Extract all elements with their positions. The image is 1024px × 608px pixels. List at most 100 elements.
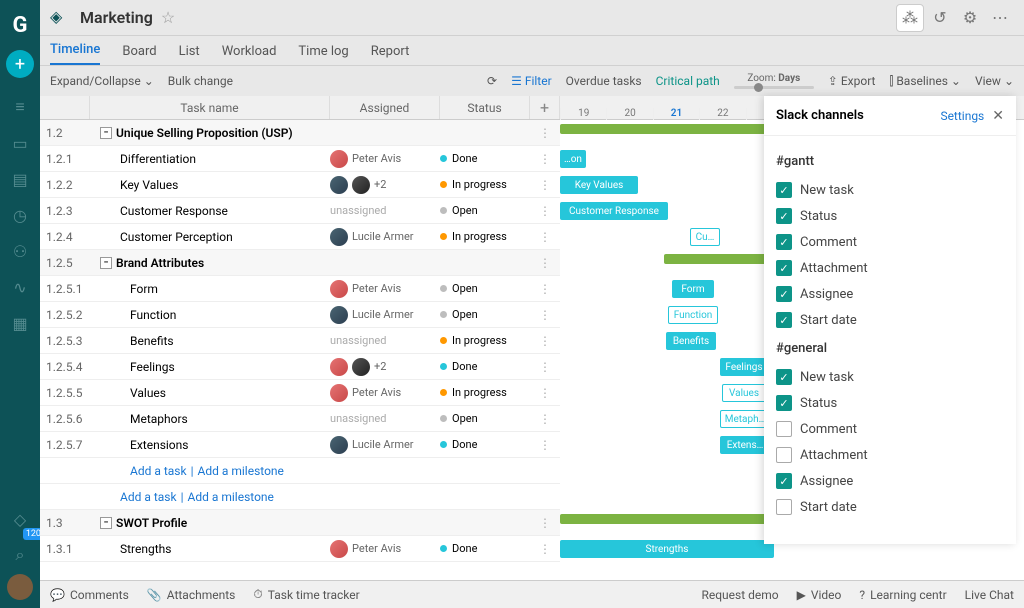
slack-option[interactable]: Attachment [776,442,1004,468]
slack-option[interactable]: Comment [776,416,1004,442]
star-icon[interactable]: ☆ [161,8,175,27]
tab-workload[interactable]: Workload [222,44,277,65]
checkbox[interactable]: ✓ [776,473,792,489]
checkbox[interactable] [776,499,792,515]
row-menu-icon[interactable]: ⋮ [530,516,560,530]
task-row[interactable]: 1.3.1StrengthsPeter AvisDone⋮ [40,536,560,562]
add-task-link[interactable]: Add a task [120,490,177,504]
row-menu-icon[interactable]: ⋮ [530,178,560,192]
task-row[interactable]: 1.2.4Customer PerceptionLucile ArmerIn p… [40,224,560,250]
slack-option[interactable]: ✓Status [776,390,1004,416]
gantt-bar[interactable]: Strengths [560,540,774,558]
checkbox[interactable] [776,421,792,437]
menu-icon[interactable]: ≡ [0,90,40,124]
collapse-icon[interactable]: − [100,517,112,529]
checkbox[interactable]: ✓ [776,260,792,276]
learning-button[interactable]: ? Learning centr [859,588,946,602]
task-row[interactable]: 1.2.3Customer ResponseunassignedOpen⋮ [40,198,560,224]
slack-settings-link[interactable]: Settings [940,109,984,123]
notes-icon[interactable]: ▤ [0,162,40,196]
task-row[interactable]: 1.2.5.7ExtensionsLucile ArmerDone⋮ [40,432,560,458]
time-tracker-button[interactable]: ⏱ Task time tracker [253,587,359,602]
gantt-bar[interactable]: Metaph… [720,410,770,428]
checkbox[interactable] [776,447,792,463]
attachments-button[interactable]: 📎 Attachments [147,588,236,602]
add-button[interactable]: + [6,50,34,78]
row-menu-icon[interactable]: ⋮ [530,204,560,218]
row-menu-icon[interactable]: ⋮ [530,256,560,270]
more-icon[interactable]: ⋯ [986,4,1014,32]
tab-timeline[interactable]: Timeline [50,42,100,65]
people-icon[interactable]: ⚇ [0,234,40,268]
task-row[interactable]: 1.2.5− Brand Attributes⋮ [40,250,560,276]
slack-option[interactable]: ✓Assignee [776,468,1004,494]
task-row[interactable]: 1.2.5.2FunctionLucile ArmerOpen⋮ [40,302,560,328]
row-menu-icon[interactable]: ⋮ [530,152,560,166]
bulk-change-button[interactable]: Bulk change [168,74,233,88]
apps-icon[interactable]: ▦ [0,306,40,340]
slack-option[interactable]: ✓New task [776,364,1004,390]
overdue-button[interactable]: Overdue tasks [566,74,642,88]
checkbox[interactable]: ✓ [776,395,792,411]
slack-option[interactable]: ✓New task [776,177,1004,203]
checkbox[interactable]: ✓ [776,369,792,385]
tab-board[interactable]: Board [122,44,156,65]
task-row[interactable]: 1.2.2Key Values+2In progress⋮ [40,172,560,198]
add-milestone-link[interactable]: Add a milestone [188,490,274,504]
row-menu-icon[interactable]: ⋮ [530,412,560,426]
gantt-bar[interactable]: Function [668,306,718,324]
critical-path-button[interactable]: Critical path [656,74,720,88]
notifications-icon[interactable]: ◇120 [0,502,40,536]
zoom-control[interactable]: Zoom: Days [734,73,814,89]
gantt-bar[interactable]: Benefits [666,332,716,350]
request-demo-button[interactable]: Request demo [701,588,778,602]
tab-time-log[interactable]: Time log [298,44,348,65]
slack-option[interactable]: ✓Comment [776,229,1004,255]
comments-button[interactable]: 💬 Comments [50,588,129,602]
task-row[interactable]: 1.3− SWOT Profile⋮ [40,510,560,536]
tab-list[interactable]: List [179,44,200,65]
slack-icon[interactable]: ⁂ [896,4,924,32]
refresh-icon[interactable]: ⟳ [487,74,497,88]
task-row[interactable]: 1.2.5.6MetaphorsunassignedOpen⋮ [40,406,560,432]
gantt-bar[interactable]: …on [560,150,586,168]
close-icon[interactable]: ✕ [992,108,1004,124]
add-task-link[interactable]: Add a task [130,464,187,478]
row-menu-icon[interactable]: ⋮ [530,334,560,348]
row-menu-icon[interactable]: ⋮ [530,308,560,322]
clock-icon[interactable]: ◷ [0,198,40,232]
user-avatar[interactable] [7,574,33,600]
task-row[interactable]: 1.2− Unique Selling Proposition (USP)⋮ [40,120,560,146]
task-row[interactable]: 1.2.5.4Feelings+2Done⋮ [40,354,560,380]
gantt-bar[interactable]: Feelings [720,358,768,376]
row-menu-icon[interactable]: ⋮ [530,126,560,140]
row-menu-icon[interactable]: ⋮ [530,230,560,244]
row-menu-icon[interactable]: ⋮ [530,438,560,452]
collapse-icon[interactable]: − [100,127,112,139]
search-icon[interactable]: ⌕ [0,538,40,572]
expand-collapse-button[interactable]: Expand/Collapse ⌄ [50,74,154,88]
gantt-bar[interactable]: Customer Response [560,202,668,220]
row-menu-icon[interactable]: ⋮ [530,542,560,556]
slack-option[interactable]: ✓Assignee [776,281,1004,307]
add-column-button[interactable]: + [530,96,560,119]
tab-report[interactable]: Report [371,44,410,65]
gantt-bar[interactable]: Values [722,384,766,402]
checkbox[interactable]: ✓ [776,312,792,328]
history-icon[interactable]: ↺ [926,4,954,32]
row-menu-icon[interactable]: ⋮ [530,360,560,374]
task-row[interactable]: Add a task | Add a milestone [40,458,560,484]
gantt-bar[interactable]: Extens… [720,436,770,454]
video-button[interactable]: ▶ Video [797,588,842,602]
baselines-button[interactable]: ⫿ Baselines ⌄ [889,74,961,89]
checkbox[interactable]: ✓ [776,208,792,224]
row-menu-icon[interactable]: ⋮ [530,282,560,296]
slack-option[interactable]: Start date [776,494,1004,520]
gear-icon[interactable]: ⚙ [956,4,984,32]
filter-button[interactable]: ☰ Filter [511,74,552,88]
task-row[interactable]: 1.2.5.3BenefitsunassignedIn progress⋮ [40,328,560,354]
task-row[interactable]: 1.2.1DifferentiationPeter AvisDone⋮ [40,146,560,172]
slack-option[interactable]: ✓Start date [776,307,1004,333]
folder-icon[interactable]: ▭ [0,126,40,160]
checkbox[interactable]: ✓ [776,182,792,198]
